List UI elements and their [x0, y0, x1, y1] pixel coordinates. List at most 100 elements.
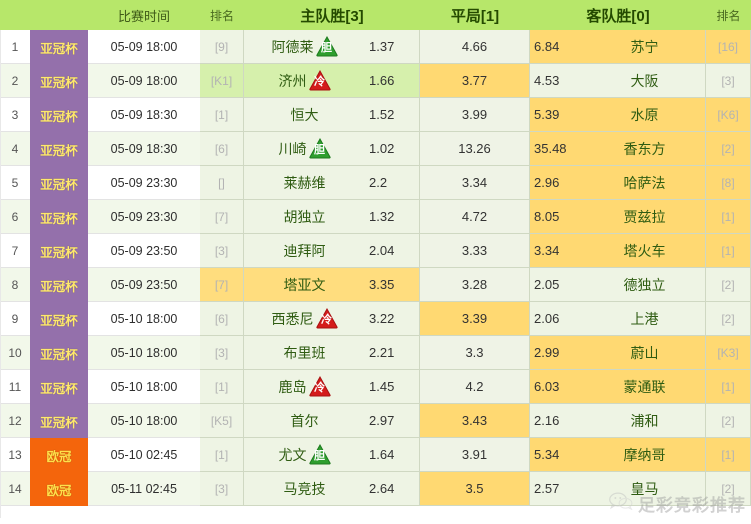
draw-cell[interactable]: 3.43	[420, 404, 530, 438]
table-row[interactable]: 9 亚冠杯 05-10 18:00 [6] 西悉尼冷 3.22 3.39 2.06 上港 [2]	[0, 302, 751, 336]
home-odd[interactable]: 1.45	[365, 379, 419, 394]
draw-odd[interactable]: 13.26	[458, 141, 491, 156]
league-cell[interactable]: 亚冠杯	[30, 98, 88, 132]
league-badge[interactable]: 亚冠杯	[30, 370, 88, 404]
table-row[interactable]: 2 亚冠杯 05-09 18:00 [K1] 济州冷 1.66 3.77 4.53 大阪 [3]	[0, 64, 751, 98]
home-win-cell[interactable]: 塔亚文 3.35	[244, 268, 420, 302]
draw-cell[interactable]: 3.77	[420, 64, 530, 98]
draw-odd[interactable]: 3.33	[462, 243, 487, 258]
table-row[interactable]: 13 欧冠 05-10 02:45 [1] 尤文胆 1.64 3.91 5.34 摩纳哥 [1]	[0, 438, 751, 472]
away-odd[interactable]: 2.16	[530, 413, 584, 428]
home-odd[interactable]: 1.66	[365, 73, 419, 88]
home-odd[interactable]: 3.22	[365, 311, 419, 326]
away-win-cell[interactable]: 2.06 上港	[530, 302, 706, 336]
away-win-cell[interactable]: 2.05 德独立	[530, 268, 706, 302]
draw-odd[interactable]: 3.28	[462, 277, 487, 292]
away-odd[interactable]: 2.57	[530, 481, 584, 496]
away-win-cell[interactable]: 2.96 哈萨法	[530, 166, 706, 200]
home-odd[interactable]: 3.35	[365, 277, 419, 292]
away-odd[interactable]: 3.34	[530, 243, 584, 258]
draw-cell[interactable]: 3.91	[420, 438, 530, 472]
league-badge[interactable]: 亚冠杯	[30, 404, 88, 438]
draw-cell[interactable]: 4.66	[420, 30, 530, 64]
league-cell[interactable]: 亚冠杯	[30, 30, 88, 64]
away-win-cell[interactable]: 2.16 浦和	[530, 404, 706, 438]
draw-cell[interactable]: 3.28	[420, 268, 530, 302]
away-odd[interactable]: 5.39	[530, 107, 584, 122]
away-odd[interactable]: 4.53	[530, 73, 584, 88]
draw-odd[interactable]: 3.99	[462, 107, 487, 122]
league-cell[interactable]: 亚冠杯	[30, 200, 88, 234]
league-badge[interactable]: 亚冠杯	[30, 166, 88, 200]
home-win-cell[interactable]: 济州冷 1.66	[244, 64, 420, 98]
draw-odd[interactable]: 3.43	[462, 413, 487, 428]
league-badge[interactable]: 欧冠	[30, 472, 88, 506]
home-odd[interactable]: 2.2	[365, 175, 419, 190]
table-row[interactable]: 12 亚冠杯 05-10 18:00 [K5] 首尔 2.97 3.43 2.16 浦和 [2]	[0, 404, 751, 438]
away-odd[interactable]: 6.03	[530, 379, 584, 394]
draw-odd[interactable]: 4.66	[462, 39, 487, 54]
draw-odd[interactable]: 3.34	[462, 175, 487, 190]
away-odd[interactable]: 6.84	[530, 39, 584, 54]
away-win-cell[interactable]: 3.34 塔火车	[530, 234, 706, 268]
home-odd[interactable]: 1.02	[365, 141, 419, 156]
league-badge[interactable]: 欧冠	[30, 438, 88, 472]
league-cell[interactable]: 亚冠杯	[30, 336, 88, 370]
draw-odd[interactable]: 3.3	[465, 345, 483, 360]
away-win-cell[interactable]: 6.84 苏宁	[530, 30, 706, 64]
away-odd[interactable]: 8.05	[530, 209, 584, 224]
home-odd[interactable]: 1.37	[365, 39, 419, 54]
home-win-cell[interactable]: 西悉尼冷 3.22	[244, 302, 420, 336]
away-win-cell[interactable]: 6.03 蒙通联	[530, 370, 706, 404]
draw-cell[interactable]: 13.26	[420, 132, 530, 166]
table-row[interactable]: 14 欧冠 05-11 02:45 [3] 马竞技 2.64 3.5 2.57 皇马 [2]	[0, 472, 751, 506]
away-odd[interactable]: 2.06	[530, 311, 584, 326]
home-win-cell[interactable]: 迪拜阿 2.04	[244, 234, 420, 268]
league-badge[interactable]: 亚冠杯	[30, 64, 88, 98]
home-win-cell[interactable]: 恒大 1.52	[244, 98, 420, 132]
league-badge[interactable]: 亚冠杯	[30, 200, 88, 234]
header-rank-home[interactable]: 排名	[200, 0, 244, 30]
away-odd[interactable]: 2.99	[530, 345, 584, 360]
league-cell[interactable]: 亚冠杯	[30, 268, 88, 302]
league-badge[interactable]: 亚冠杯	[30, 30, 88, 64]
home-win-cell[interactable]: 鹿岛冷 1.45	[244, 370, 420, 404]
home-odd[interactable]: 1.52	[365, 107, 419, 122]
away-win-cell[interactable]: 2.57 皇马	[530, 472, 706, 506]
home-win-cell[interactable]: 首尔 2.97	[244, 404, 420, 438]
away-win-cell[interactable]: 35.48 香东方	[530, 132, 706, 166]
league-badge[interactable]: 亚冠杯	[30, 336, 88, 370]
table-row[interactable]: 5 亚冠杯 05-09 23:30 [] 莱赫维 2.2 3.34 2.96 哈萨法 [8]	[0, 166, 751, 200]
league-cell[interactable]: 亚冠杯	[30, 64, 88, 98]
draw-odd[interactable]: 4.72	[462, 209, 487, 224]
league-cell[interactable]: 亚冠杯	[30, 166, 88, 200]
league-cell[interactable]: 欧冠	[30, 438, 88, 472]
home-win-cell[interactable]: 川崎胆 1.02	[244, 132, 420, 166]
away-odd[interactable]: 35.48	[530, 141, 584, 156]
draw-odd[interactable]: 3.91	[462, 447, 487, 462]
home-odd[interactable]: 1.64	[365, 447, 419, 462]
table-row[interactable]: 3 亚冠杯 05-09 18:30 [1] 恒大 1.52 3.99 5.39 水原 [K6]	[0, 98, 751, 132]
draw-odd[interactable]: 4.2	[465, 379, 483, 394]
home-win-cell[interactable]: 阿德莱胆 1.37	[244, 30, 420, 64]
table-row[interactable]: 4 亚冠杯 05-09 18:30 [6] 川崎胆 1.02 13.26 35.48 香东方 [2…	[0, 132, 751, 166]
league-cell[interactable]: 欧冠	[30, 472, 88, 506]
draw-cell[interactable]: 3.33	[420, 234, 530, 268]
league-badge[interactable]: 亚冠杯	[30, 132, 88, 166]
home-odd[interactable]: 2.64	[365, 481, 419, 496]
league-cell[interactable]: 亚冠杯	[30, 404, 88, 438]
away-odd[interactable]: 5.34	[530, 447, 584, 462]
league-cell[interactable]: 亚冠杯	[30, 234, 88, 268]
draw-odd[interactable]: 3.39	[462, 311, 487, 326]
header-home-win[interactable]: 主队胜[3]	[244, 0, 420, 30]
home-win-cell[interactable]: 马竞技 2.64	[244, 472, 420, 506]
home-win-cell[interactable]: 莱赫维 2.2	[244, 166, 420, 200]
league-badge[interactable]: 亚冠杯	[30, 234, 88, 268]
home-win-cell[interactable]: 布里班 2.21	[244, 336, 420, 370]
header-match-time[interactable]: 比赛时间	[88, 0, 200, 30]
home-win-cell[interactable]: 尤文胆 1.64	[244, 438, 420, 472]
away-odd[interactable]: 2.05	[530, 277, 584, 292]
league-badge[interactable]: 亚冠杯	[30, 268, 88, 302]
header-rank-away[interactable]: 排名	[706, 0, 751, 30]
table-row[interactable]: 6 亚冠杯 05-09 23:30 [7] 胡独立 1.32 4.72 8.05 贾兹拉 [1]	[0, 200, 751, 234]
